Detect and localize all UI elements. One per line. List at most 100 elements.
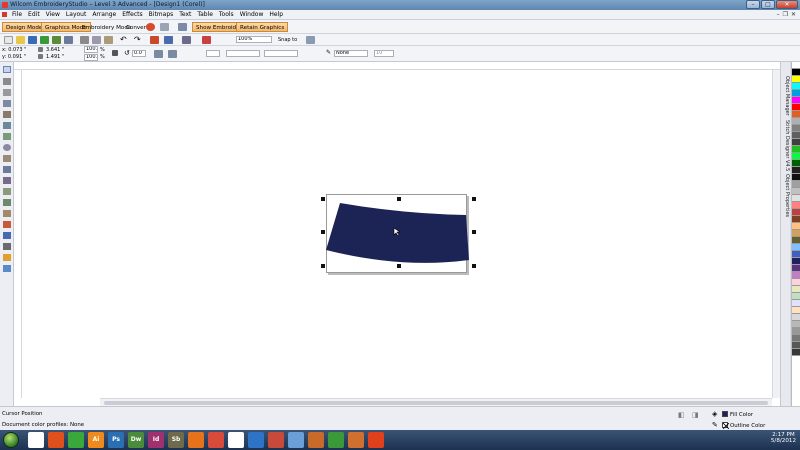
soundbooth-icon[interactable]: Sb: [168, 432, 184, 448]
wilcom-icon[interactable]: [28, 432, 44, 448]
application-launcher-icon[interactable]: [164, 36, 173, 44]
width-field[interactable]: 3.641 ": [46, 47, 64, 53]
horizontal-scrollbar[interactable]: [100, 398, 772, 406]
outline-width-select[interactable]: None: [334, 50, 368, 57]
outline-size-field[interactable]: 10: [374, 50, 394, 57]
x-position-label[interactable]: x: 0.073 ": [2, 47, 26, 53]
transfer-icon[interactable]: [178, 23, 187, 31]
copy-icon[interactable]: [92, 36, 101, 44]
selection-handle-top[interactable]: [397, 197, 401, 201]
docker-tab-object-manager[interactable]: Object Manager: [782, 76, 790, 116]
maximize-button[interactable]: □: [761, 0, 775, 9]
wilcom-app-icon[interactable]: [2, 2, 8, 8]
table-tool-icon[interactable]: [3, 188, 11, 195]
palette-swatch[interactable]: [792, 83, 800, 90]
selection-handle-left[interactable]: [321, 230, 325, 234]
menu-table[interactable]: Table: [194, 11, 216, 19]
save-icon[interactable]: [28, 36, 37, 44]
zoom-tool-icon[interactable]: [3, 100, 11, 107]
connector-tool-icon[interactable]: [3, 210, 11, 217]
outline-tool-icon[interactable]: [3, 243, 11, 250]
print-icon[interactable]: [64, 36, 73, 44]
angle-field[interactable]: 0.0: [132, 50, 146, 57]
palette-swatch[interactable]: [792, 258, 800, 265]
globe-icon[interactable]: [288, 432, 304, 448]
pick-tool-icon[interactable]: [3, 66, 11, 73]
minimize-button[interactable]: –: [746, 0, 760, 9]
selection-handle-bottom[interactable]: [397, 264, 401, 268]
selection-handle-top-right[interactable]: [472, 197, 476, 201]
fill-color-swatch[interactable]: [722, 411, 728, 417]
smart-fill-tool-icon[interactable]: [3, 122, 11, 129]
menu-bitmaps[interactable]: Bitmaps: [146, 11, 177, 19]
palette-swatch[interactable]: [792, 272, 800, 279]
cut-icon[interactable]: [80, 36, 89, 44]
clock-date[interactable]: 5/8/2012: [771, 438, 796, 444]
photoshop-icon[interactable]: Ps: [108, 432, 124, 448]
palette-swatch[interactable]: [792, 314, 800, 321]
network-icon[interactable]: [248, 432, 264, 448]
selection-handle-bottom-right[interactable]: [472, 264, 476, 268]
palette-swatch[interactable]: [792, 160, 800, 167]
mirror-vertical-icon[interactable]: [168, 50, 177, 58]
palette-swatch[interactable]: [792, 300, 800, 307]
menu-window[interactable]: Window: [237, 11, 267, 19]
docker-tab-stitch-designer[interactable]: Stitch Designer V4.5: [782, 120, 790, 171]
palette-swatch[interactable]: [792, 286, 800, 293]
palette-swatch[interactable]: [792, 90, 800, 97]
palette-swatch[interactable]: [792, 118, 800, 125]
palette-swatch[interactable]: [792, 195, 800, 202]
palette-swatch[interactable]: [792, 328, 800, 335]
palette-swatch[interactable]: [792, 146, 800, 153]
palette-swatch[interactable]: [792, 244, 800, 251]
palette-swatch[interactable]: [792, 132, 800, 139]
vertical-scrollbar[interactable]: [772, 70, 780, 398]
ellipse-tool-icon[interactable]: [3, 144, 11, 151]
freehand-tool-icon[interactable]: [3, 111, 11, 118]
mirror-horizontal-icon[interactable]: [154, 50, 163, 58]
menu-layout[interactable]: Layout: [63, 11, 89, 19]
tools-icon[interactable]: [308, 432, 324, 448]
palette-swatch[interactable]: [792, 251, 800, 258]
palette-swatch[interactable]: [792, 230, 800, 237]
line-style-field[interactable]: [264, 50, 298, 57]
graphics-tool-icon[interactable]: [160, 23, 169, 31]
illustrator-icon[interactable]: Ai: [88, 432, 104, 448]
palette-swatch[interactable]: [792, 237, 800, 244]
paste-icon[interactable]: [104, 36, 113, 44]
polygon-tool-icon[interactable]: [3, 155, 11, 162]
palette-swatch[interactable]: [792, 335, 800, 342]
retain-graphics-button[interactable]: Retain Graphics: [236, 22, 289, 32]
start-button[interactable]: [3, 432, 19, 448]
color-picker-icon[interactable]: [202, 36, 211, 44]
palette-swatch[interactable]: [792, 174, 800, 181]
eyedropper-tool-icon[interactable]: [3, 232, 11, 239]
welcome-screen-icon[interactable]: [182, 36, 191, 44]
palette-swatch[interactable]: [792, 181, 800, 188]
dimension-tool-icon[interactable]: [3, 199, 11, 206]
palette-swatch[interactable]: [792, 209, 800, 216]
dreamweaver-icon[interactable]: Dw: [128, 432, 144, 448]
document-icon[interactable]: [2, 12, 7, 17]
undo-icon[interactable]: ↶: [120, 36, 129, 44]
chrome-icon[interactable]: [208, 432, 224, 448]
color-profile-label[interactable]: Document color profiles: None: [2, 422, 84, 428]
player-icon[interactable]: [348, 432, 364, 448]
selection-handle-right[interactable]: [472, 230, 476, 234]
basic-shapes-tool-icon[interactable]: [3, 166, 11, 173]
selection-handle-top-left[interactable]: [321, 197, 325, 201]
docker-tab-object-properties[interactable]: Object Properties: [782, 174, 790, 217]
indesign-icon[interactable]: Id: [148, 432, 164, 448]
palette-swatch[interactable]: [792, 223, 800, 230]
import-icon[interactable]: [40, 36, 49, 44]
shape-tool-icon[interactable]: [3, 78, 11, 85]
flame-icon[interactable]: [368, 432, 384, 448]
crop-tool-icon[interactable]: [3, 89, 11, 96]
menu-help[interactable]: Help: [266, 11, 286, 19]
corel-icon[interactable]: [68, 432, 84, 448]
palette-swatch[interactable]: [792, 202, 800, 209]
convert-icon[interactable]: [146, 23, 155, 31]
new-icon[interactable]: [4, 36, 13, 44]
horizontal-scroll-thumb[interactable]: [104, 401, 768, 405]
palette-swatch[interactable]: [792, 279, 800, 286]
